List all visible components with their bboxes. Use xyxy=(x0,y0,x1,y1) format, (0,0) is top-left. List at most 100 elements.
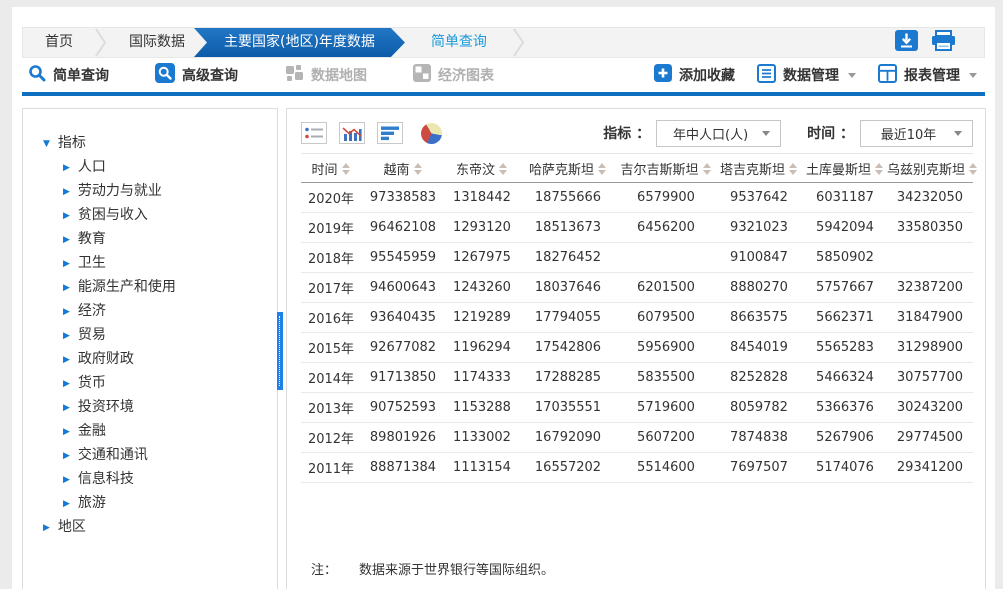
column-header[interactable]: 土库曼斯坦 xyxy=(803,154,887,183)
breadcrumb-simple-query[interactable]: 简单查询 xyxy=(405,28,513,57)
chevron-separator-icon xyxy=(95,28,107,57)
sidebar-item[interactable]: ▶能源生产和使用 xyxy=(23,275,277,299)
table-cell: 7874838 xyxy=(715,423,803,453)
table-cell: 5607200 xyxy=(617,423,715,453)
table-cell: 2018年 xyxy=(301,243,361,273)
data-map-button: 数据地图 xyxy=(284,64,367,87)
filters: 指标 ： 年中人口(人) 时间 ： 最近10年 xyxy=(603,120,973,147)
list-view-icon[interactable] xyxy=(301,122,327,144)
sidebar-item-label: 教育 xyxy=(78,231,106,247)
sort-icon xyxy=(789,163,798,175)
population-data-table: 时间 越南 东帝汶 哈萨克斯坦 吉尔吉斯斯坦 塔吉克斯坦 土库曼斯坦 乌兹别克 xyxy=(301,153,973,483)
pane-splitter-handle[interactable] xyxy=(277,312,283,390)
sidebar-item[interactable]: ▶贫困与收入 xyxy=(23,203,277,227)
sidebar-item-region[interactable]: ▶地区 xyxy=(23,515,277,539)
table-cell: 1318442 xyxy=(445,183,519,213)
sidebar-item[interactable]: ▶投资环境 xyxy=(23,395,277,419)
add-favorite-button[interactable]: 添加收藏 xyxy=(654,64,735,86)
sidebar-item[interactable]: ▶政府财政 xyxy=(23,347,277,371)
blue-divider xyxy=(22,92,985,96)
sidebar-item[interactable]: ▶货币 xyxy=(23,371,277,395)
triangle-down-icon: ▼ xyxy=(43,132,50,156)
note-text: 数据来源于世界银行等国际组织。 xyxy=(359,559,554,578)
sidebar-item[interactable]: ▶信息科技 xyxy=(23,467,277,491)
note-label: 注： xyxy=(311,559,337,578)
table-cell: 2017年 xyxy=(301,273,361,303)
main-toolbar: 指标 ： 年中人口(人) 时间 ： 最近10年 xyxy=(301,118,973,148)
column-header[interactable]: 东帝汶 xyxy=(445,154,519,183)
table-cell: 2016年 xyxy=(301,303,361,333)
horizontal-bar-view-icon[interactable] xyxy=(377,122,403,144)
triangle-right-icon: ▶ xyxy=(43,516,50,540)
indicator-sidebar: ▼指标 ▶人口 ▶劳动力与就业 ▶贫困与收入 ▶教育 xyxy=(22,108,278,589)
print-icon[interactable] xyxy=(931,30,956,55)
sidebar-item[interactable]: ▶劳动力与就业 xyxy=(23,179,277,203)
pie-chart-view-icon[interactable] xyxy=(421,123,442,144)
sidebar-item[interactable]: ▶教育 xyxy=(23,227,277,251)
table-cell: 1174333 xyxy=(445,363,519,393)
table-cell: 18276452 xyxy=(519,243,617,273)
table-row: 2020年 97338583 1318442 18755666 6579900 … xyxy=(301,183,973,213)
column-header[interactable]: 越南 xyxy=(361,154,445,183)
column-header-label: 塔吉克斯坦 xyxy=(720,163,785,178)
table-cell: 1293120 xyxy=(445,213,519,243)
report-management-menu[interactable]: 报表管理 xyxy=(878,64,977,87)
triangle-right-icon: ▶ xyxy=(63,492,70,516)
page-actions xyxy=(895,28,984,57)
sidebar-item-label: 政府财政 xyxy=(78,351,134,367)
breadcrumb: 首页 国际数据 主要国家(地区)年度数据 简单查询 xyxy=(22,27,985,58)
sidebar-item[interactable]: ▶交通和通讯 xyxy=(23,443,277,467)
time-filter-label: 时间 ： xyxy=(807,123,854,143)
simple-query-label: 简单查询 xyxy=(53,65,109,85)
column-header[interactable]: 时间 xyxy=(301,154,361,183)
column-header[interactable]: 乌兹别克斯坦 xyxy=(887,154,973,183)
column-header[interactable]: 塔吉克斯坦 xyxy=(715,154,803,183)
advanced-query-button[interactable]: 高级查询 xyxy=(155,63,238,87)
report-management-label: 报表管理 xyxy=(904,65,960,85)
breadcrumb-international-data[interactable]: 国际数据 xyxy=(107,28,207,57)
sidebar-item-indicators[interactable]: ▼ 指标 xyxy=(23,131,277,155)
table-cell: 1113154 xyxy=(445,453,519,483)
table-cell: 17035551 xyxy=(519,393,617,423)
time-select[interactable]: 最近10年 xyxy=(860,120,973,147)
time-selected-value: 最近10年 xyxy=(875,124,942,143)
search-icon xyxy=(28,64,46,86)
breadcrumb-active-tab[interactable]: 主要国家(地区)年度数据 xyxy=(194,28,405,57)
plus-icon xyxy=(654,64,672,86)
sidebar-item-label: 货币 xyxy=(78,375,106,391)
sidebar-item[interactable]: ▶金融 xyxy=(23,419,277,443)
column-header-label: 越南 xyxy=(383,163,409,178)
sidebar-item[interactable]: ▶人口 xyxy=(23,155,277,179)
download-icon[interactable] xyxy=(895,30,918,55)
sidebar-item-label: 旅游 xyxy=(78,495,106,511)
column-header[interactable]: 哈萨克斯坦 xyxy=(519,154,617,183)
chevron-down-icon xyxy=(848,73,856,78)
table-cell: 1153288 xyxy=(445,393,519,423)
sidebar-item-label: 劳动力与就业 xyxy=(78,183,162,199)
bar-chart-view-icon[interactable] xyxy=(339,122,365,144)
indicator-select[interactable]: 年中人口(人) xyxy=(656,120,781,147)
table-cell: 7697507 xyxy=(715,453,803,483)
data-management-menu[interactable]: 数据管理 xyxy=(757,64,856,87)
table-grid-icon xyxy=(878,64,897,87)
triangle-right-icon: ▶ xyxy=(63,324,70,348)
triangle-right-icon: ▶ xyxy=(63,300,70,324)
breadcrumb-home[interactable]: 首页 xyxy=(23,28,95,57)
table-cell: 18755666 xyxy=(519,183,617,213)
simple-query-button[interactable]: 简单查询 xyxy=(28,64,109,86)
sidebar-item[interactable]: ▶卫生 xyxy=(23,251,277,275)
table-cell: 2020年 xyxy=(301,183,361,213)
table-cell: 29774500 xyxy=(887,423,973,453)
sidebar-item-label: 能源生产和使用 xyxy=(78,279,176,295)
sidebar-item[interactable]: ▶经济 xyxy=(23,299,277,323)
sidebar-root-label: 指标 xyxy=(58,135,86,151)
chevron-down-icon xyxy=(762,131,770,136)
column-header[interactable]: 吉尔吉斯斯坦 xyxy=(617,154,715,183)
triangle-right-icon: ▶ xyxy=(63,420,70,444)
table-cell: 6201500 xyxy=(617,273,715,303)
table-cell: 30757700 xyxy=(887,363,973,393)
sidebar-item[interactable]: ▶ 旅游 xyxy=(23,491,277,515)
table-cell: 34232050 xyxy=(887,183,973,213)
table-cell: 1133002 xyxy=(445,423,519,453)
sidebar-item[interactable]: ▶贸易 xyxy=(23,323,277,347)
